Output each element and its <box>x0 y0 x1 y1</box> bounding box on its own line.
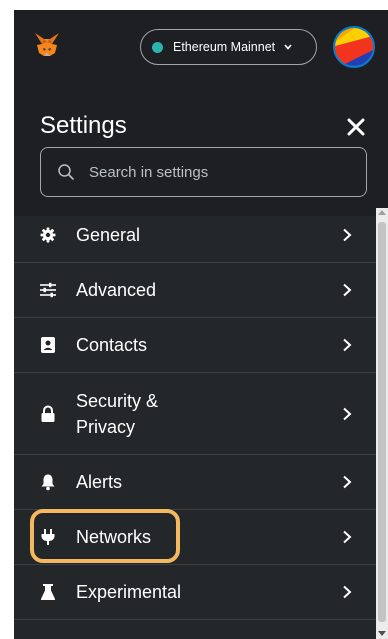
chevron-right-icon <box>343 530 352 544</box>
page-title: Settings <box>40 112 127 139</box>
account-avatar[interactable] <box>333 26 375 68</box>
settings-item-security-privacy[interactable]: Security & Privacy <box>14 373 376 455</box>
settings-item-label: General <box>76 225 141 245</box>
scrollbar-thumb[interactable] <box>378 222 386 622</box>
scroll-up-arrow-icon[interactable] <box>378 210 386 215</box>
search-input[interactable] <box>89 163 329 181</box>
settings-item-label: Experimental <box>76 582 182 602</box>
scrollbar[interactable] <box>376 208 388 639</box>
settings-item-label: Alerts <box>76 472 123 492</box>
settings-item-label: Contacts <box>76 335 148 355</box>
search-box[interactable] <box>40 147 367 197</box>
settings-header: Settings <box>14 90 388 216</box>
chevron-right-icon <box>343 338 352 352</box>
sliders-icon <box>40 282 56 298</box>
metamask-fox-icon[interactable] <box>34 32 60 58</box>
settings-list: General Advanced Contacts Security & Pri… <box>14 208 376 620</box>
settings-item-label: Advanced <box>76 280 157 300</box>
network-label: Ethereum Mainnet <box>173 40 276 54</box>
settings-item-experimental[interactable]: Experimental <box>14 565 376 620</box>
chevron-right-icon <box>343 283 352 297</box>
plug-icon <box>41 529 55 545</box>
contact-card-icon <box>41 337 55 353</box>
bell-icon <box>41 474 55 491</box>
chevron-right-icon <box>343 228 352 242</box>
settings-item-general[interactable]: General <box>14 208 376 263</box>
search-icon <box>58 164 74 180</box>
settings-item-advanced[interactable]: Advanced <box>14 263 376 318</box>
account-identicon-icon <box>335 28 373 66</box>
scroll-down-arrow-icon[interactable] <box>378 631 386 636</box>
settings-item-label: Security & Privacy <box>76 390 159 437</box>
gear-icon <box>40 227 56 243</box>
network-status-dot <box>152 41 163 53</box>
lock-icon <box>41 405 55 422</box>
network-selector[interactable]: Ethereum Mainnet <box>140 29 317 65</box>
chevron-right-icon <box>343 407 352 420</box>
chevron-right-icon <box>343 585 352 599</box>
chevron-right-icon <box>343 475 352 489</box>
metamask-app: Ethereum Mainnet Settings Search in sett… <box>14 10 388 639</box>
settings-item-label: Networks <box>76 527 152 547</box>
close-icon[interactable] <box>345 116 367 138</box>
settings-item-contacts[interactable]: Contacts <box>14 318 376 373</box>
settings-item-alerts[interactable]: Alerts <box>14 455 376 510</box>
chevron-down-icon <box>284 44 292 50</box>
flask-icon <box>40 584 56 600</box>
settings-item-networks[interactable]: Networks <box>14 510 376 565</box>
app-header: Ethereum Mainnet <box>14 10 388 90</box>
